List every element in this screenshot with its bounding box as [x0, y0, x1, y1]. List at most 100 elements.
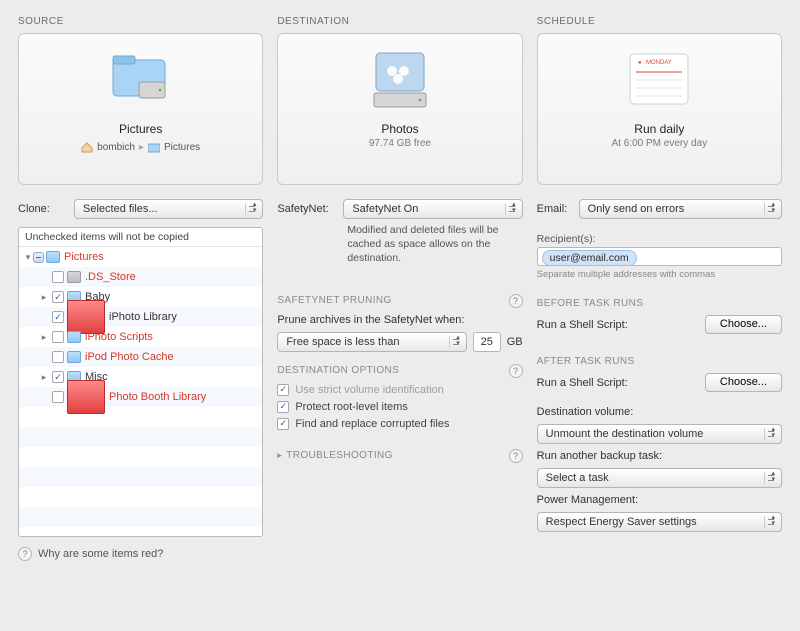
folder-drive-icon	[105, 44, 177, 116]
email-label: Email:	[537, 203, 573, 215]
clone-select-value: Selected files...	[83, 203, 158, 215]
pruning-head: SAFETYNET PRUNING ?	[277, 294, 522, 308]
tree-item-label: iPhoto Scripts	[85, 331, 153, 343]
clone-label: Clone:	[18, 203, 68, 215]
safetynet-label: SafetyNet:	[277, 203, 337, 215]
checkbox-icon[interactable]	[52, 271, 64, 283]
tree-item-label: iPod Photo Cache	[85, 351, 174, 363]
opt-find-replace[interactable]: Find and replace corrupted files	[277, 418, 522, 430]
schedule-column: SCHEDULE ● MONDAY Run daily At 6:00 PM e…	[537, 16, 782, 561]
schedule-card[interactable]: ● MONDAY Run daily At 6:00 PM every day	[537, 33, 782, 185]
tree-row-empty	[19, 427, 262, 447]
options-head: DESTINATION OPTIONS ?	[277, 364, 522, 378]
source-column: SOURCE Pictures bombich ▸	[18, 16, 263, 561]
pruning-controls: Free space is less than ▴▾ 25 GB	[277, 332, 522, 352]
opt-label: Find and replace corrupted files	[295, 418, 449, 430]
source-title: Pictures	[119, 122, 162, 136]
opt-protect-root[interactable]: Protect root-level items	[277, 401, 522, 413]
troubleshooting-row[interactable]: ▸TROUBLESHOOTING ?	[277, 449, 522, 463]
pruning-head-label: SAFETYNET PRUNING	[277, 295, 391, 306]
opt-label: Protect root-level items	[295, 401, 407, 413]
tree-item-label: iPhoto Library	[109, 311, 177, 323]
tree-row[interactable]: iPhoto Library	[19, 307, 262, 327]
svg-text:MONDAY: MONDAY	[646, 60, 672, 66]
power-select[interactable]: Respect Energy Saver settings ▴▾	[537, 512, 782, 532]
opt-strict-volume: Use strict volume identification	[277, 384, 522, 396]
file-icon	[67, 271, 81, 283]
email-row: Email: Only send on errors ▴▾	[537, 199, 782, 219]
destination-title: Photos	[381, 122, 418, 136]
tree-row[interactable]: Photo Booth Library	[19, 387, 262, 407]
help-icon: ?	[18, 547, 32, 561]
checkbox-icon[interactable]	[52, 371, 64, 383]
help-icon[interactable]: ?	[509, 364, 523, 378]
home-icon	[81, 142, 93, 153]
dest-volume-select[interactable]: Unmount the destination volume ▴▾	[537, 424, 782, 444]
checkbox-icon[interactable]	[52, 331, 64, 343]
folder-small-icon	[148, 143, 160, 153]
help-icon[interactable]: ?	[509, 449, 523, 463]
destination-column: DESTINATION Photos 97.74 GB free SafetyN…	[277, 16, 522, 561]
checkbox-icon[interactable]	[52, 351, 64, 363]
troubleshooting-label: TROUBLESHOOTING	[286, 450, 393, 461]
shell-label: Run a Shell Script:	[537, 319, 628, 331]
choose-button[interactable]: Choose...	[705, 315, 782, 334]
tree-header: Unchecked items will not be copied	[19, 228, 262, 247]
app-icon	[67, 300, 105, 334]
before-head-label: BEFORE TASK RUNS	[537, 298, 644, 309]
source-card[interactable]: Pictures bombich ▸ Pictures	[18, 33, 263, 185]
schedule-header: SCHEDULE	[537, 16, 782, 27]
breadcrumb-root[interactable]: bombich	[97, 142, 135, 153]
checkbox-icon[interactable]	[52, 311, 64, 323]
breadcrumb-leaf[interactable]: Pictures	[164, 142, 200, 153]
checkbox-icon[interactable]	[277, 418, 289, 430]
after-head: AFTER TASK RUNS	[537, 356, 782, 367]
destination-card[interactable]: Photos 97.74 GB free	[277, 33, 522, 185]
tree-row[interactable]: .DS_Store	[19, 267, 262, 287]
updown-icon: ▴▾	[771, 202, 775, 214]
email-select[interactable]: Only send on errors ▴▾	[579, 199, 782, 219]
another-task-select[interactable]: Select a task ▴▾	[537, 468, 782, 488]
help-row[interactable]: ? Why are some items red?	[18, 547, 263, 561]
tree-row[interactable]: ▸Misc	[19, 367, 262, 387]
help-text: Why are some items red?	[38, 548, 163, 560]
tree-row[interactable]: ▸Baby	[19, 287, 262, 307]
dest-volume-block: Destination volume: Unmount the destinat…	[537, 406, 782, 444]
checkbox-icon	[277, 384, 289, 396]
disclosure-icon[interactable]: ▸	[39, 292, 49, 303]
app-icon	[67, 380, 105, 414]
recipients-label: Recipient(s):	[537, 233, 782, 245]
checkbox-icon[interactable]	[52, 391, 64, 403]
checkbox-icon[interactable]	[277, 401, 289, 413]
safetynet-value: SafetyNet On	[352, 203, 418, 215]
disclosure-icon[interactable]: ▸	[39, 372, 49, 383]
checkbox-icon[interactable]	[52, 291, 64, 303]
tree-row[interactable]: ▾Pictures	[19, 247, 262, 267]
power-block: Power Management: Respect Energy Saver s…	[537, 494, 782, 532]
power-label: Power Management:	[537, 494, 782, 506]
after-shell-row: Run a Shell Script: Choose...	[537, 373, 782, 392]
tree-row[interactable]: ▸ iPhoto Scripts	[19, 327, 262, 347]
recipient-pill[interactable]: user@email.com	[542, 250, 637, 266]
file-tree[interactable]: Unchecked items will not be copied ▾Pict…	[18, 227, 263, 537]
checkbox-mixed-icon[interactable]	[33, 252, 44, 263]
after-head-label: AFTER TASK RUNS	[537, 356, 635, 367]
pruning-number-input[interactable]: 25	[473, 332, 501, 352]
choose-button[interactable]: Choose...	[705, 373, 782, 392]
before-shell-row: Run a Shell Script: Choose...	[537, 315, 782, 334]
updown-icon: ▴▾	[771, 471, 775, 483]
disclosure-icon[interactable]: ▾	[23, 252, 33, 263]
clone-select[interactable]: Selected files... ▴▾	[74, 199, 263, 219]
chevron-right-icon: ▸	[139, 142, 144, 153]
schedule-sub: At 6:00 PM every day	[612, 138, 708, 149]
tree-item-label: .DS_Store	[85, 271, 136, 283]
safetynet-select[interactable]: SafetyNet On ▴▾	[343, 199, 522, 219]
help-icon[interactable]: ?	[509, 294, 523, 308]
tree-row[interactable]: iPod Photo Cache	[19, 347, 262, 367]
recipients-input[interactable]: user@email.com	[537, 247, 782, 266]
email-select-value: Only send on errors	[588, 203, 685, 215]
pruning-select[interactable]: Free space is less than ▴▾	[277, 332, 466, 352]
disclosure-icon[interactable]: ▸	[39, 332, 49, 343]
power-value: Respect Energy Saver settings	[546, 516, 697, 528]
tree-row-empty	[19, 447, 262, 467]
